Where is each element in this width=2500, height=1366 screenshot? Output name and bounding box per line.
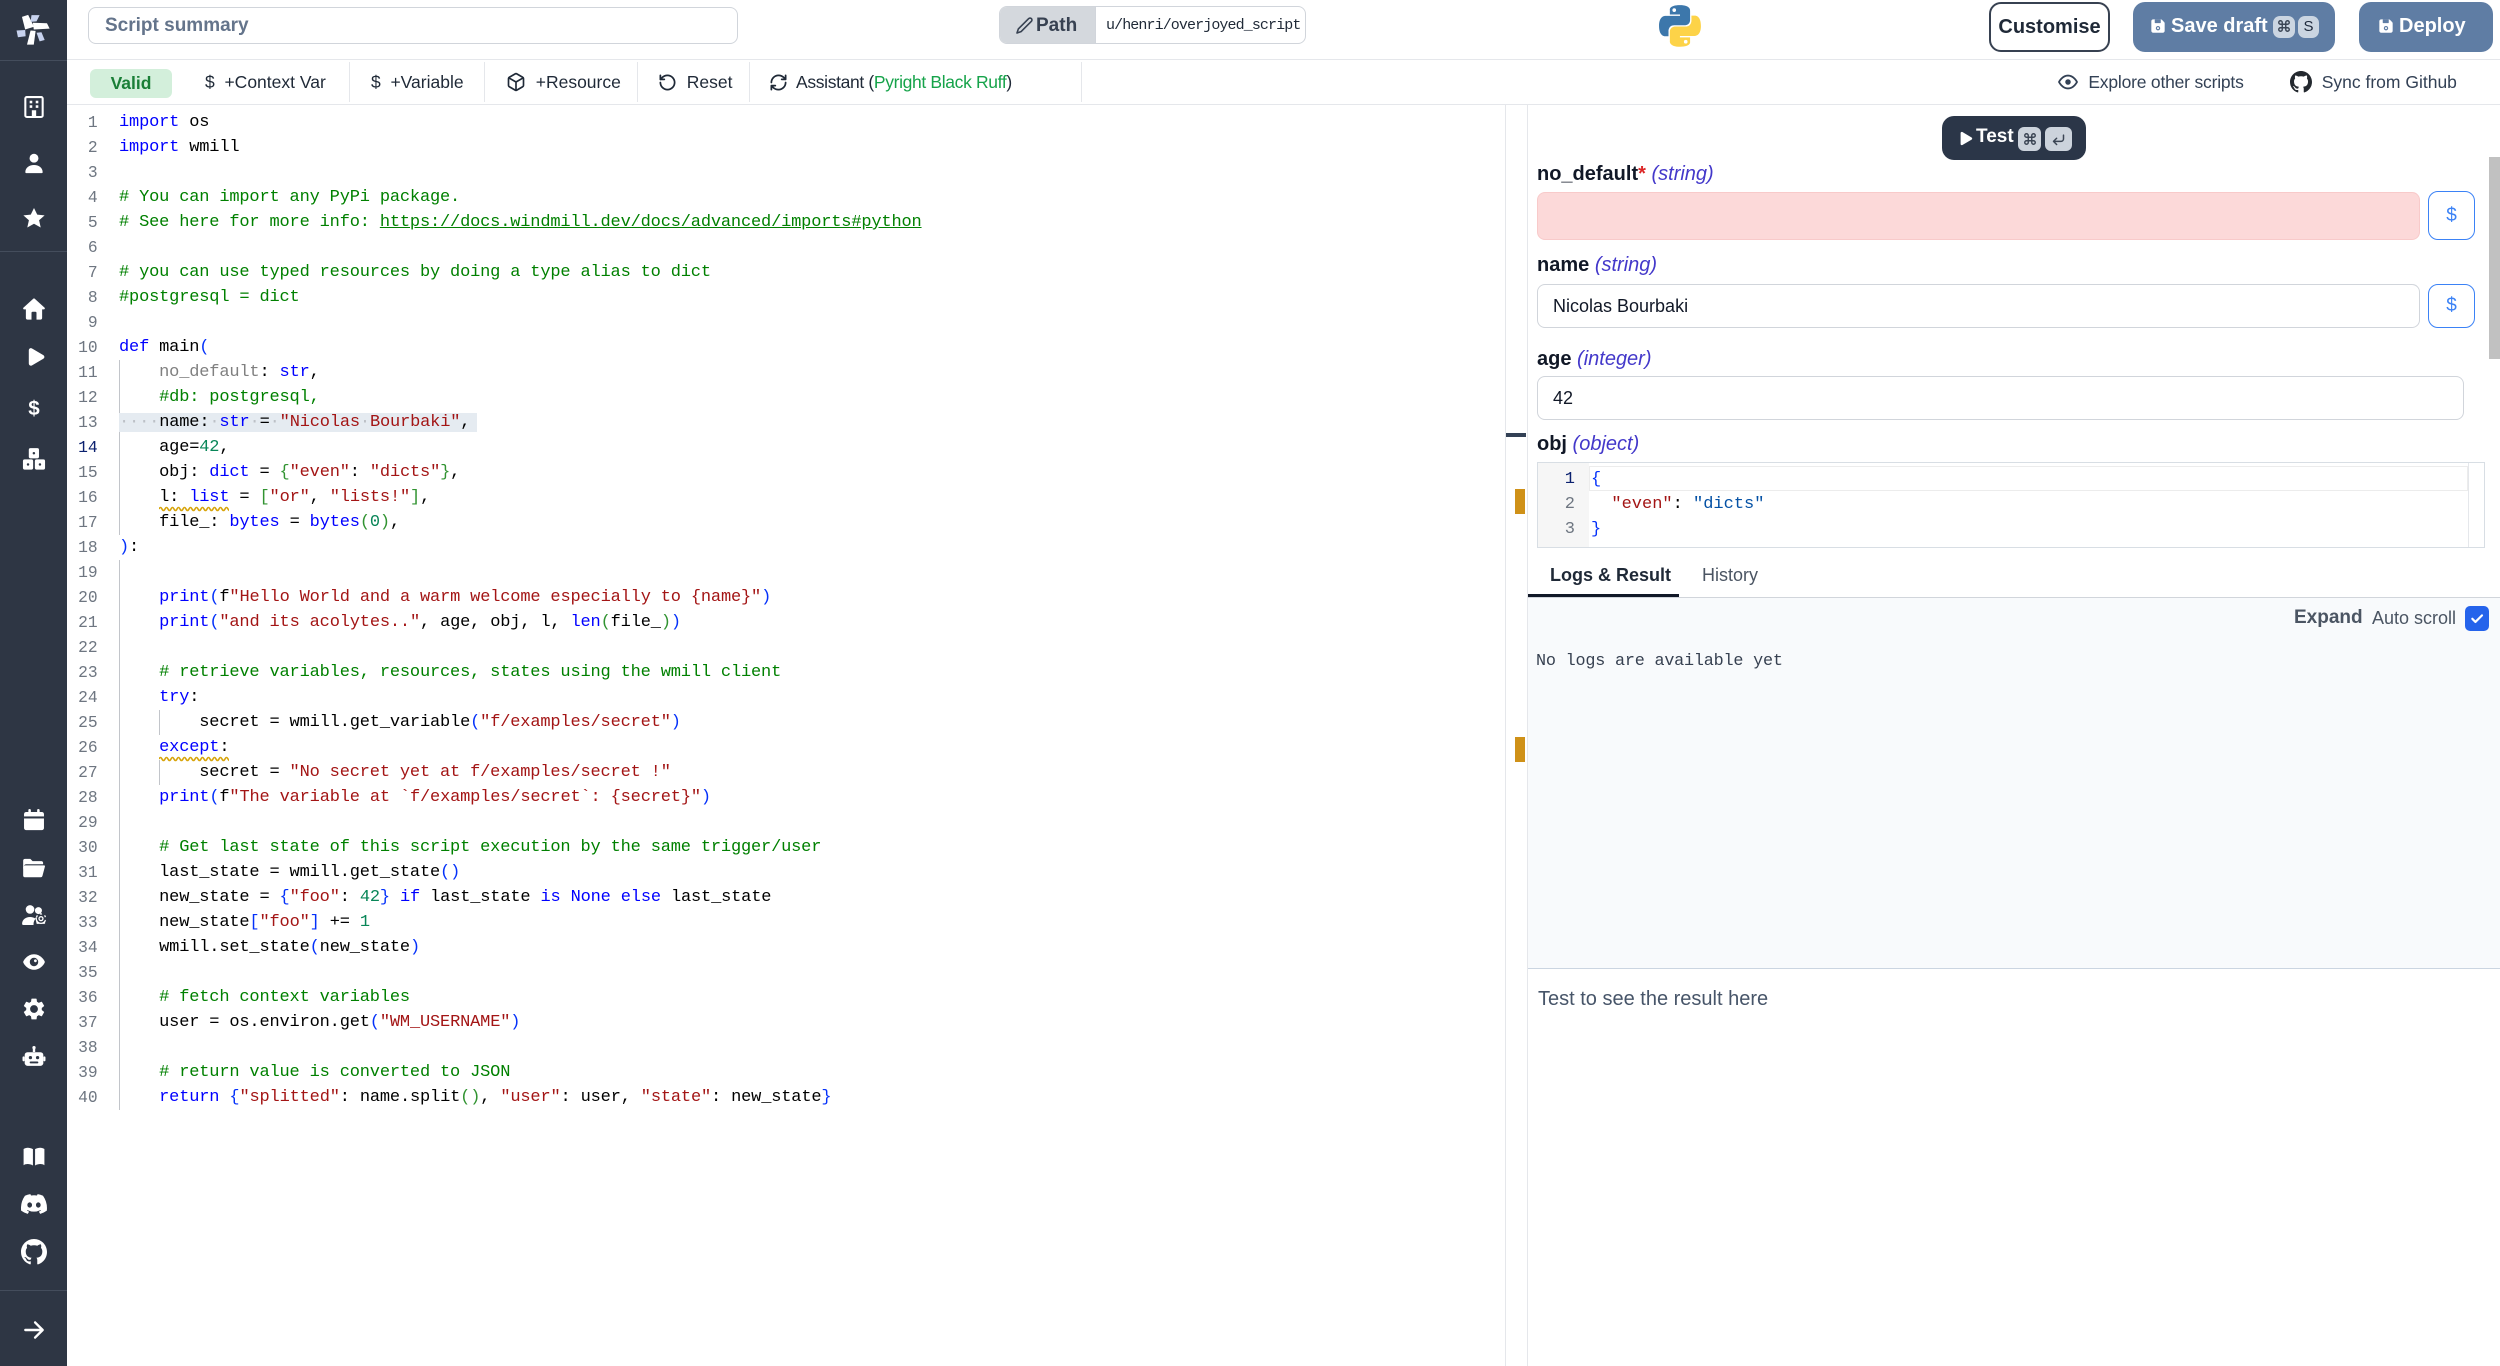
svg-text:$: $ xyxy=(28,397,40,420)
